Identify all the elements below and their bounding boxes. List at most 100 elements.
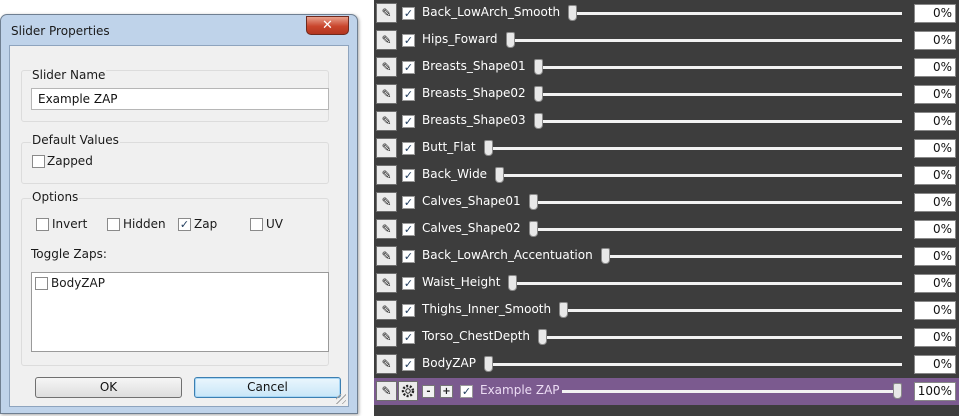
pencil-icon[interactable]: ✎ — [376, 246, 397, 266]
slider-thumb[interactable] — [600, 248, 610, 264]
slider-value-input[interactable]: 0% — [914, 193, 956, 212]
slider-thumb[interactable] — [533, 59, 543, 75]
slider-thumb[interactable] — [568, 5, 578, 21]
slider-track[interactable] — [559, 309, 902, 312]
slider-enable-checkbox[interactable]: ✓ — [402, 61, 415, 74]
slider-track[interactable] — [483, 147, 902, 150]
slider-value-input[interactable]: 0% — [914, 139, 956, 158]
slider-value-input[interactable]: 0% — [914, 31, 956, 50]
slider-value-input[interactable]: 0% — [914, 220, 956, 239]
slider-value-input[interactable]: 0% — [914, 247, 956, 266]
slider-thumb[interactable] — [505, 32, 515, 48]
invert-checkbox[interactable] — [36, 218, 49, 231]
slider-enable-checkbox[interactable]: ✓ — [402, 277, 415, 290]
hidden-checkbox[interactable] — [107, 218, 120, 231]
close-icon: ✕ — [322, 18, 333, 33]
pencil-icon[interactable]: ✎ — [376, 165, 397, 185]
slider-thumb[interactable] — [533, 86, 543, 102]
slider-enable-checkbox[interactable]: ✓ — [402, 304, 415, 317]
slider-thumb[interactable] — [528, 194, 538, 210]
pencil-icon[interactable]: ✎ — [376, 327, 397, 347]
slider-thumb[interactable] — [483, 356, 493, 372]
ok-button[interactable]: OK — [35, 377, 182, 398]
slider-name-label: Slider Name — [31, 68, 107, 82]
slider-track[interactable] — [495, 174, 902, 177]
slider-name-input[interactable] — [31, 88, 329, 110]
slider-track[interactable] — [483, 363, 902, 366]
slider-enable-checkbox[interactable]: ✓ — [402, 169, 415, 182]
slider-thumb[interactable] — [538, 329, 548, 345]
zapped-checkbox[interactable] — [32, 155, 45, 168]
slider-track[interactable] — [533, 93, 902, 96]
slider-thumb[interactable] — [893, 383, 902, 399]
plus-button[interactable]: + — [440, 385, 453, 398]
slider-row: ✎ ✓ Back_Wide 0% — [374, 162, 959, 189]
slider-track[interactable] — [568, 12, 902, 15]
slider-name: Breasts_Shape01 — [422, 59, 526, 73]
pencil-icon[interactable]: ✎ — [376, 30, 397, 50]
slider-track[interactable] — [533, 120, 902, 123]
pencil-icon[interactable]: ✎ — [376, 273, 397, 293]
slider-name: Hips_Foward — [422, 32, 498, 46]
cancel-button[interactable]: Cancel — [194, 377, 341, 398]
slider-enable-checkbox[interactable]: ✓ — [402, 223, 415, 236]
pencil-icon[interactable]: ✎ — [376, 57, 397, 77]
slider-value-input[interactable]: 0% — [914, 166, 956, 185]
slider-enable-checkbox[interactable]: ✓ — [402, 88, 415, 101]
resize-grip[interactable] — [336, 394, 346, 404]
slider-thumb[interactable] — [495, 167, 505, 183]
minus-button[interactable]: - — [422, 385, 435, 398]
pencil-icon[interactable]: ✎ — [376, 3, 397, 23]
close-button[interactable]: ✕ — [306, 16, 349, 35]
slider-value-input[interactable]: 0% — [914, 328, 956, 347]
slider-enable-checkbox[interactable]: ✓ — [402, 142, 415, 155]
slider-value-input[interactable]: 0% — [914, 4, 956, 23]
pencil-icon[interactable]: ✎ — [376, 84, 397, 104]
slider-value-input[interactable]: 0% — [914, 112, 956, 131]
slider-track[interactable] — [538, 336, 902, 339]
gear-icon[interactable] — [398, 381, 418, 401]
zap-checkbox[interactable]: ✓ — [178, 218, 191, 231]
pencil-icon[interactable]: ✎ — [376, 381, 397, 401]
pencil-icon[interactable]: ✎ — [376, 219, 397, 239]
slider-enable-checkbox[interactable]: ✓ — [402, 250, 415, 263]
pencil-icon[interactable]: ✎ — [376, 354, 397, 374]
slider-track[interactable] — [508, 282, 902, 285]
slider-thumb[interactable] — [508, 275, 518, 291]
slider-value-input[interactable]: 0% — [914, 85, 956, 104]
slider-track[interactable] — [528, 201, 902, 204]
slider-value-input[interactable]: 100% — [914, 382, 956, 401]
slider-enable-checkbox[interactable]: ✓ — [402, 196, 415, 209]
slider-enable-checkbox[interactable]: ✓ — [460, 385, 473, 398]
slider-track[interactable] — [600, 255, 902, 258]
slider-track[interactable] — [528, 228, 902, 231]
slider-name: BodyZAP — [422, 356, 476, 370]
slider-track[interactable] — [562, 390, 902, 393]
slider-row: ✎ ✓ Breasts_Shape01 0% — [374, 54, 959, 81]
pencil-icon[interactable]: ✎ — [376, 111, 397, 131]
slider-track[interactable] — [505, 39, 902, 42]
dialog-titlebar[interactable]: Slider Properties ✕ — [1, 15, 357, 45]
slider-thumb[interactable] — [483, 140, 493, 156]
toggle-zap-item-checkbox[interactable] — [35, 277, 48, 290]
slider-value-input[interactable]: 0% — [914, 58, 956, 77]
slider-thumb[interactable] — [533, 113, 543, 129]
slider-enable-checkbox[interactable]: ✓ — [402, 34, 415, 47]
cancel-label: Cancel — [247, 380, 288, 394]
pencil-icon[interactable]: ✎ — [376, 138, 397, 158]
pencil-icon[interactable]: ✎ — [376, 192, 397, 212]
slider-value-input[interactable]: 0% — [914, 274, 956, 293]
pencil-icon[interactable]: ✎ — [376, 300, 397, 320]
slider-value-input[interactable]: 0% — [914, 355, 956, 374]
slider-track[interactable] — [533, 66, 902, 69]
slider-thumb[interactable] — [559, 302, 569, 318]
slider-thumb[interactable] — [528, 221, 538, 237]
slider-enable-checkbox[interactable]: ✓ — [402, 358, 415, 371]
slider-enable-checkbox[interactable]: ✓ — [402, 7, 415, 20]
uv-checkbox[interactable] — [250, 218, 263, 231]
slider-value-input[interactable]: 0% — [914, 301, 956, 320]
slider-name: Breasts_Shape02 — [422, 86, 526, 100]
slider-enable-checkbox[interactable]: ✓ — [402, 331, 415, 344]
toggle-zaps-list[interactable]: BodyZAP — [31, 272, 329, 352]
slider-enable-checkbox[interactable]: ✓ — [402, 115, 415, 128]
